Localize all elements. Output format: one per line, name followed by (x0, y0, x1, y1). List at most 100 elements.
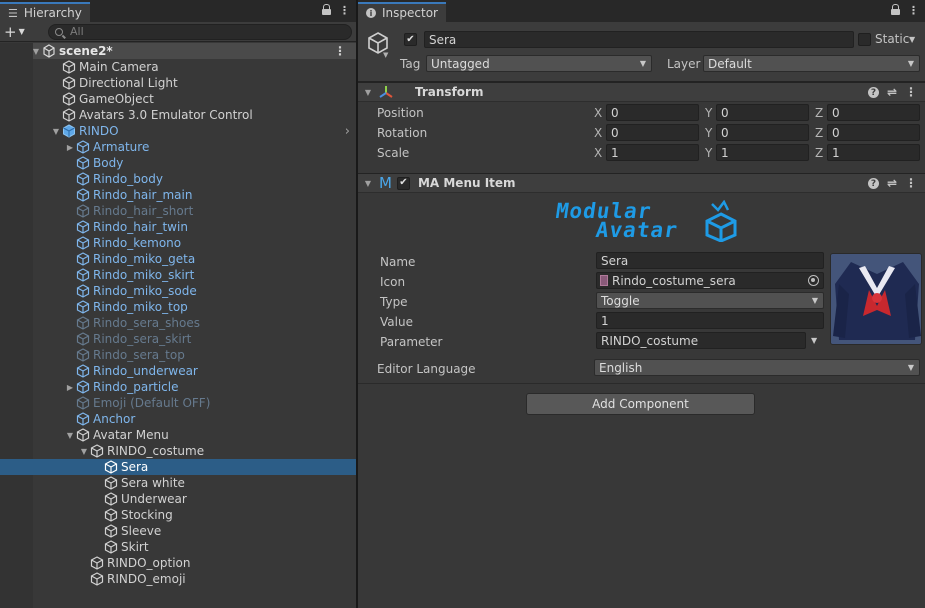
transform-y-field[interactable]: 0 (716, 104, 809, 121)
kebab-menu-icon[interactable]: ⋮ (908, 4, 919, 17)
kebab-menu-icon[interactable]: ⋮ (339, 4, 350, 17)
hierarchy-row[interactable]: Rindo_miko_skirt (0, 267, 356, 283)
icon-label: Icon (380, 275, 406, 289)
hierarchy-row[interactable]: Rindo_body (0, 171, 356, 187)
hierarchy-row[interactable]: ▼ RINDO › (0, 123, 356, 139)
lock-icon[interactable] (322, 4, 331, 15)
hierarchy-row-label: Avatars 3.0 Emulator Control (79, 108, 253, 122)
transform-z-field[interactable]: 0 (827, 104, 920, 121)
prefab-open-chevron-icon[interactable]: › (345, 124, 350, 139)
create-button[interactable]: + ▼ (4, 23, 42, 41)
hierarchy-row[interactable]: Underwear (0, 491, 356, 507)
hierarchy-row[interactable]: Rindo_miko_sode (0, 283, 356, 299)
hierarchy-row-label: Sleeve (121, 524, 162, 538)
hierarchy-row[interactable]: Stocking (0, 507, 356, 523)
add-component-button[interactable]: Add Component (526, 393, 755, 415)
object-name-field[interactable]: Sera (424, 31, 854, 48)
tab-inspector[interactable]: i Inspector (358, 2, 446, 22)
editor-language-dropdown[interactable]: English (594, 359, 920, 376)
hierarchy-row[interactable]: Sera white (0, 475, 356, 491)
kebab-menu-icon[interactable]: ⋮ (905, 176, 917, 190)
expand-arrow-icon[interactable]: ▶ (64, 143, 76, 152)
hierarchy-row-label: Directional Light (79, 76, 178, 90)
expand-arrow-icon[interactable]: ▼ (362, 179, 374, 188)
hierarchy-row[interactable]: Sleeve (0, 523, 356, 539)
tab-hierarchy-label: Hierarchy (23, 6, 82, 20)
hierarchy-row[interactable]: Directional Light (0, 75, 356, 91)
scene-kebab-icon[interactable]: ⋮ (334, 44, 346, 58)
hierarchy-row[interactable]: RINDO_emoji (0, 571, 356, 587)
transform-y-field[interactable]: 0 (716, 124, 809, 141)
hierarchy-row[interactable]: Rindo_underwear (0, 363, 356, 379)
inspector-panel: i Inspector ⋮ ▼ ✔ Sera Static ▼ Tag Unta… (358, 0, 925, 608)
hierarchy-row[interactable]: Skirt (0, 539, 356, 555)
transform-x-field[interactable]: 0 (606, 104, 699, 121)
transform-x-field[interactable]: 1 (606, 144, 699, 161)
hierarchy-row[interactable]: Body (0, 155, 356, 171)
hierarchy-row-label: RINDO_option (107, 556, 191, 570)
parameter-field[interactable]: RINDO_costume (596, 332, 806, 349)
axis-label-y: Y (705, 146, 713, 160)
preset-sliders-icon[interactable]: ⇌ (887, 85, 897, 99)
hierarchy-row[interactable]: RINDO_option (0, 555, 356, 571)
hierarchy-row[interactable]: Rindo_kemono (0, 235, 356, 251)
object-picker-icon[interactable] (808, 275, 819, 286)
gameobject-icon (62, 76, 76, 90)
transform-z-field[interactable]: 0 (827, 124, 920, 141)
icon-object-field[interactable]: Rindo_costume_sera (596, 272, 824, 289)
hierarchy-row[interactable]: Rindo_sera_shoes (0, 315, 356, 331)
hierarchy-row[interactable]: ▼ RINDO_costume (0, 443, 356, 459)
hierarchy-row[interactable]: Rindo_hair_twin (0, 219, 356, 235)
hierarchy-tree: ▼ scene2* ⋮ Main Camera Directional Light… (0, 43, 356, 608)
help-icon[interactable]: ? (867, 178, 879, 189)
hierarchy-row-label: Rindo_sera_shoes (93, 316, 200, 330)
hierarchy-row[interactable]: Avatars 3.0 Emulator Control (0, 107, 356, 123)
type-dropdown[interactable]: Toggle (596, 292, 824, 309)
name-field[interactable]: Sera (596, 252, 824, 269)
hierarchy-row[interactable]: ▼ Avatar Menu (0, 427, 356, 443)
expand-arrow-icon[interactable]: ▼ (362, 88, 374, 97)
hierarchy-row[interactable]: Rindo_sera_top (0, 347, 356, 363)
hierarchy-row[interactable]: Rindo_hair_main (0, 187, 356, 203)
static-checkbox[interactable] (858, 33, 871, 46)
hierarchy-row[interactable]: Main Camera (0, 59, 356, 75)
hierarchy-row[interactable]: GameObject (0, 91, 356, 107)
transform-x-field[interactable]: 0 (606, 124, 699, 141)
active-checkbox[interactable]: ✔ (404, 33, 417, 46)
hierarchy-row[interactable]: Rindo_hair_short (0, 203, 356, 219)
help-icon[interactable]: ? (867, 87, 879, 98)
transform-header[interactable]: ▼ Transform ? ⇌ ⋮ (358, 82, 925, 102)
preset-sliders-icon[interactable]: ⇌ (887, 176, 897, 190)
hierarchy-row[interactable]: ▶ Rindo_particle (0, 379, 356, 395)
hierarchy-row[interactable]: Rindo_sera_skirt (0, 331, 356, 347)
layer-dropdown[interactable]: Default (703, 55, 920, 72)
list-icon: ☰ (8, 6, 18, 20)
kebab-menu-icon[interactable]: ⋮ (905, 85, 917, 99)
hierarchy-row[interactable]: Sera (0, 459, 356, 475)
ma-menu-item-header[interactable]: ▼ M ✔ MA Menu Item ? ⇌ ⋮ (358, 173, 925, 193)
info-icon: i (366, 8, 376, 18)
expand-arrow-icon[interactable]: ▶ (64, 383, 76, 392)
expand-arrow-icon[interactable]: ▼ (64, 431, 76, 440)
gameobject-icon (76, 156, 90, 170)
hierarchy-row[interactable]: Emoji (Default OFF) (0, 395, 356, 411)
transform-z-field[interactable]: 1 (827, 144, 920, 161)
parameter-dropdown-icon[interactable]: ▼ (811, 336, 817, 345)
static-dropdown-icon[interactable]: ▼ (909, 35, 915, 44)
scene-row[interactable]: ▼ scene2* ⋮ (0, 43, 356, 59)
expand-arrow-icon[interactable]: ▼ (50, 127, 62, 136)
hierarchy-search-input[interactable]: All (48, 23, 352, 40)
hierarchy-row[interactable]: Anchor (0, 411, 356, 427)
tab-hierarchy[interactable]: ☰ Hierarchy (0, 2, 90, 22)
component-enabled-checkbox[interactable]: ✔ (396, 176, 410, 190)
hierarchy-row[interactable]: Rindo_miko_geta (0, 251, 356, 267)
chevron-down-icon[interactable]: ▼ (383, 51, 388, 59)
lock-icon[interactable] (891, 4, 900, 15)
hierarchy-row[interactable]: ▶ Armature (0, 139, 356, 155)
value-field[interactable]: 1 (596, 312, 824, 329)
transform-y-field[interactable]: 1 (716, 144, 809, 161)
hierarchy-row[interactable]: Rindo_miko_top (0, 299, 356, 315)
hierarchy-row-label: Rindo_particle (93, 380, 179, 394)
expand-arrow-icon[interactable]: ▼ (78, 447, 90, 456)
tag-dropdown[interactable]: Untagged (426, 55, 652, 72)
